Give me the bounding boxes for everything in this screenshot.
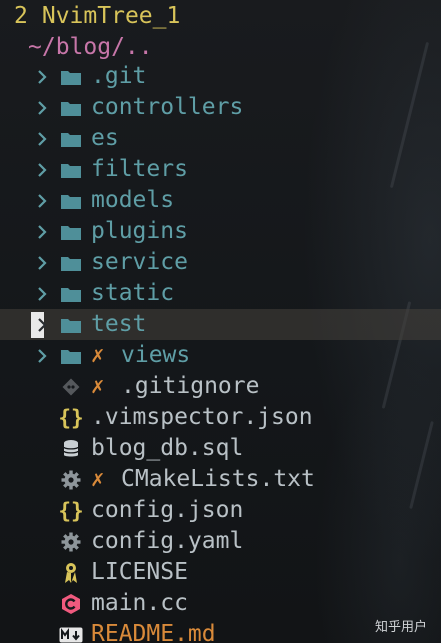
chevron-right-icon[interactable]: [34, 340, 50, 371]
tree-item-label: blog_db.sql: [91, 435, 244, 461]
tree-item-blog-db-sql[interactable]: blog_db.sql: [0, 433, 441, 464]
tree-item-label: .gitignore: [121, 373, 260, 399]
markdown-icon: [58, 619, 84, 643]
tree-item-config-json[interactable]: {} config.json: [0, 495, 441, 526]
tree-item-label: controllers: [91, 94, 244, 120]
tree-item-label: LICENSE: [91, 559, 188, 585]
tree-item-plugins-folder[interactable]: plugins: [0, 216, 441, 247]
chevron-right-icon[interactable]: [34, 216, 50, 247]
buffer-title: NvimTree_1: [41, 3, 181, 29]
folder-icon: [58, 123, 84, 154]
license-icon: [58, 557, 84, 588]
chevron-right-icon[interactable]: [34, 61, 50, 92]
tree-item-models-folder[interactable]: models: [0, 185, 441, 216]
root-path[interactable]: ~/blog/..: [28, 32, 153, 62]
json-icon: {}: [58, 498, 84, 523]
tree-item-static-folder[interactable]: static: [0, 278, 441, 309]
chevron-right-icon[interactable]: [34, 92, 50, 123]
folder-icon: [58, 92, 84, 123]
database-icon: [58, 433, 84, 464]
tree-item-git-folder[interactable]: .git: [0, 61, 441, 92]
folder-icon: [58, 154, 84, 185]
tree-item-label: filters: [91, 156, 188, 182]
chevron-right-icon[interactable]: [34, 247, 50, 278]
tree-item-config-yaml[interactable]: config.yaml: [0, 526, 441, 557]
chevron-right-icon[interactable]: [34, 185, 50, 216]
tree-item-label: service: [91, 249, 188, 275]
tree-item-cmakelists[interactable]: ✗ CMakeLists.txt: [0, 464, 441, 495]
tree-item-label: main.cc: [91, 590, 188, 616]
tree-item-test-folder[interactable]: test: [0, 309, 441, 340]
tree-item-label: config.yaml: [91, 528, 244, 554]
folder-icon: [58, 216, 84, 247]
watermark: 知乎用户: [374, 620, 427, 635]
tree-item-label: plugins: [91, 218, 188, 244]
chevron-right-icon[interactable]: [34, 278, 50, 309]
tree-item-label: README.md: [91, 621, 216, 643]
git-dirty-indicator: ✗: [91, 343, 105, 368]
folder-icon: [58, 278, 84, 309]
folder-icon: [58, 340, 84, 371]
folder-icon: [58, 309, 84, 340]
tree-item-label: test: [91, 311, 147, 337]
tree-item-gitignore[interactable]: ✗ .gitignore: [0, 371, 441, 402]
folder-icon: [58, 61, 84, 92]
chevron-right-icon[interactable]: [34, 154, 50, 185]
git-dirty-indicator: ✗: [91, 467, 105, 492]
gear-icon: [58, 464, 84, 495]
tree-item-label: views: [121, 342, 191, 368]
window-title-bar: 2 NvimTree_1: [0, 0, 441, 32]
tree-item-label: models: [91, 187, 175, 213]
tree-item-label: .vimspector.json: [91, 404, 313, 430]
cpp-icon: [58, 588, 84, 619]
tree-item-filters-folder[interactable]: filters: [0, 154, 441, 185]
tree-item-vimspector-json[interactable]: {} .vimspector.json: [0, 402, 441, 433]
buffer-number: 2: [14, 3, 28, 29]
tree-item-service-folder[interactable]: service: [0, 247, 441, 278]
tree-item-label: static: [91, 280, 175, 306]
tree-item-label: CMakeLists.txt: [121, 466, 315, 492]
chevron-right-icon[interactable]: [34, 309, 50, 340]
git-icon: [58, 371, 84, 402]
tree-item-label: .git: [91, 63, 147, 89]
json-icon: {}: [58, 405, 84, 430]
tree-item-label: es: [91, 125, 119, 151]
gear-icon: [58, 526, 84, 557]
git-dirty-indicator: ✗: [91, 374, 105, 399]
folder-icon: [58, 185, 84, 216]
tree-item-views-folder[interactable]: ✗ views: [0, 340, 441, 371]
chevron-right-icon[interactable]: [34, 123, 50, 154]
folder-icon: [58, 247, 84, 278]
tree-item-main-cc[interactable]: main.cc: [0, 588, 441, 619]
tree-item-es-folder[interactable]: es: [0, 123, 441, 154]
file-tree: .git controllers es filters models plugi…: [0, 61, 441, 643]
tree-item-license[interactable]: LICENSE: [0, 557, 441, 588]
tree-item-label: config.json: [91, 497, 244, 523]
tree-item-controllers-folder[interactable]: controllers: [0, 92, 441, 123]
